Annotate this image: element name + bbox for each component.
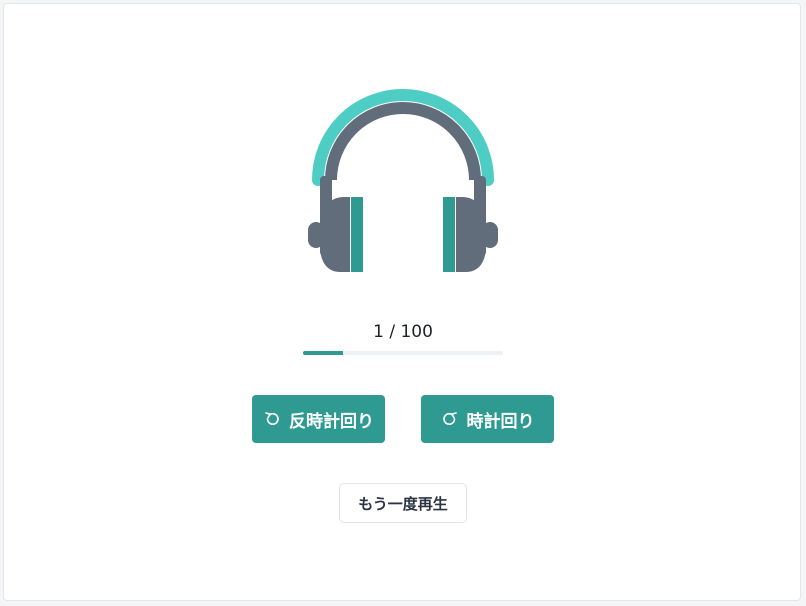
headphones-icon: [308, 89, 498, 272]
rotate-clockwise-button[interactable]: 時計回り: [421, 395, 554, 443]
replay-button[interactable]: もう一度再生: [339, 483, 467, 523]
progress-bar-fill: [303, 351, 343, 355]
rotate-ccw-icon: [265, 412, 279, 425]
rotate-counterclockwise-button[interactable]: 反時計回り: [252, 395, 385, 443]
rotate-counterclockwise-label: 反時計回り: [289, 411, 374, 432]
progress-counter: 1 / 100: [373, 322, 433, 342]
rotate-clockwise-label: 時計回り: [466, 411, 535, 432]
progress-bar: [303, 351, 503, 355]
rotate-cw-icon: [442, 412, 457, 425]
